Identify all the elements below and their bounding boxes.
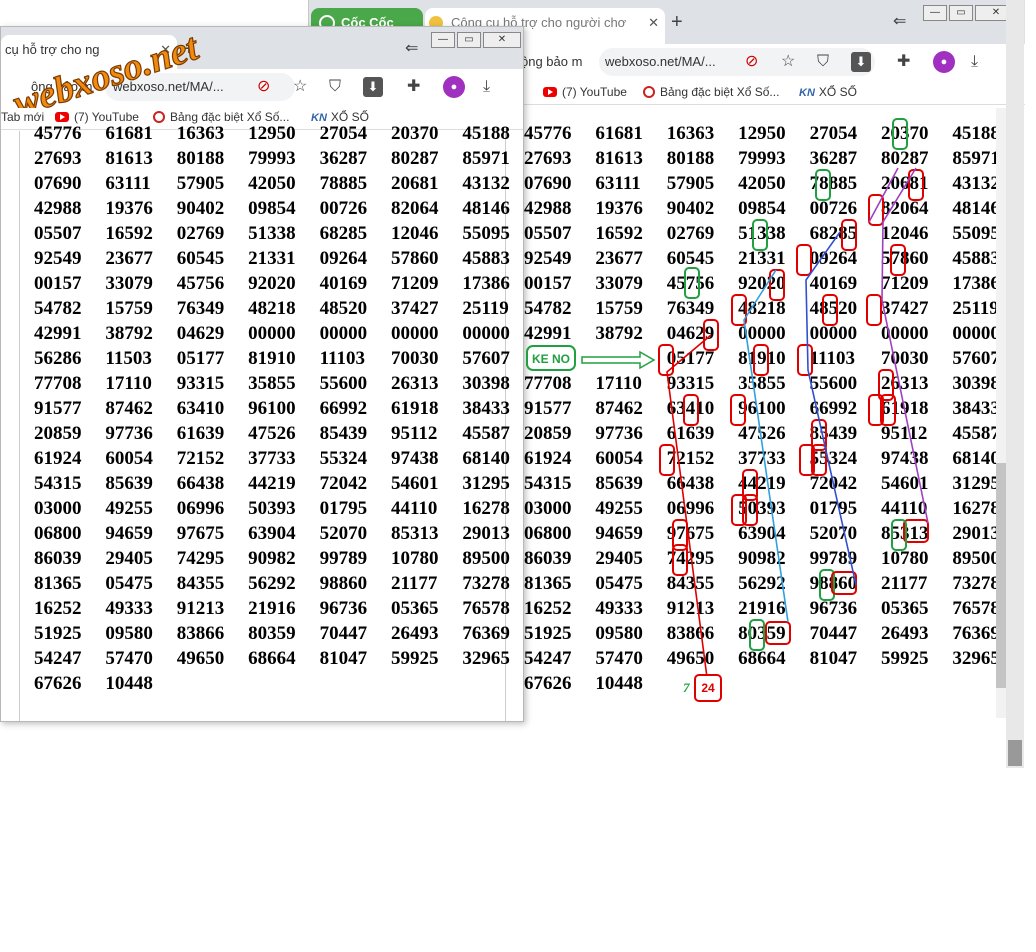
highlight-box [822,294,838,326]
highlight-box [749,619,765,651]
ke-no-label: KE NO [532,352,570,366]
highlight-box [796,244,812,276]
highlight-box [892,118,908,150]
annotation-overlay: KE NO 7 24 [526,118,929,702]
highlight-box [890,244,906,276]
highlight-box [730,394,746,426]
highlight-box [831,571,857,595]
highlight-box [841,219,857,251]
trend-line [666,334,712,686]
trend-line [743,269,789,623]
ke-no-arrow [581,350,656,370]
highlight-box [866,294,882,326]
highlight-box [797,344,813,376]
count-seven: 7 [683,680,690,695]
highlight-box [683,394,699,426]
trend-line [881,167,929,524]
highlight-box [903,519,929,543]
highlight-box [769,269,785,301]
count-box-label: 24 [701,681,715,695]
highlight-box [684,267,700,299]
highlight-box [659,444,675,476]
trend-line [805,231,857,586]
highlight-box [752,219,768,251]
highlight-box [658,344,674,376]
highlight-box [765,621,791,645]
highlight-box [753,344,769,376]
highlight-box [815,169,831,201]
